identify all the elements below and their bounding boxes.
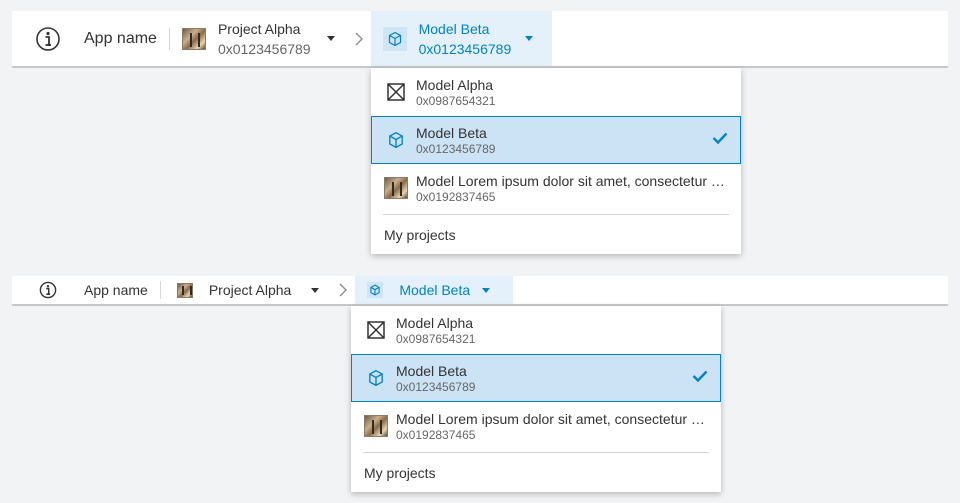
chevron-right-icon bbox=[331, 276, 355, 304]
cube-icon bbox=[367, 282, 384, 298]
model-title: Model Beta bbox=[418, 20, 490, 37]
item-id: 0x0987654321 bbox=[416, 93, 496, 108]
item-title: Model Lorem ipsum dolor sit amet, consec… bbox=[396, 410, 708, 427]
project-title: Project Alpha bbox=[217, 20, 301, 37]
image-placeholder-icon bbox=[364, 318, 388, 342]
cube-icon bbox=[364, 366, 388, 390]
checkmark-icon bbox=[712, 131, 728, 149]
item-id: 0x0123456789 bbox=[416, 141, 496, 156]
model-id: 0x0123456789 bbox=[418, 40, 512, 57]
model-dropdown-menu: Model Alpha 0x0987654321 Model Beta 0x0123… bbox=[371, 68, 741, 254]
item-title: Model Alpha bbox=[416, 76, 494, 93]
project-breadcrumb[interactable]: Project Alpha 0x0123456789 bbox=[170, 11, 347, 66]
project-thumbnail bbox=[176, 282, 193, 298]
thumbnail-image bbox=[384, 176, 408, 200]
info-icon[interactable] bbox=[12, 276, 84, 304]
chevron-down-icon bbox=[326, 36, 335, 41]
app-name: App name bbox=[84, 27, 170, 50]
project-title: Project Alpha bbox=[208, 282, 292, 298]
item-title: Model Beta bbox=[416, 124, 487, 141]
menu-item-model-beta[interactable]: Model Beta 0x0123456789 bbox=[371, 116, 741, 164]
menu-item-model-beta[interactable]: Model Beta 0x0123456789 bbox=[351, 354, 721, 402]
menu-item-model-lorem[interactable]: Model Lorem ipsum dolor sit amet, consec… bbox=[371, 164, 741, 212]
header-bar: App name Project Alpha 0x0123456789 Mode… bbox=[12, 11, 948, 68]
header-bar-compact: App name Project Alpha Model Beta bbox=[12, 276, 948, 306]
chevron-down-icon bbox=[525, 36, 534, 41]
project-breadcrumb[interactable]: Project Alpha bbox=[161, 276, 332, 304]
checkmark-icon bbox=[692, 369, 708, 387]
model-breadcrumb[interactable]: Model Beta bbox=[355, 276, 514, 304]
my-projects-link[interactable]: My projects bbox=[351, 453, 721, 492]
item-id: 0x0192837465 bbox=[416, 189, 496, 204]
info-icon[interactable] bbox=[12, 11, 84, 66]
chevron-down-icon bbox=[482, 287, 491, 293]
menu-item-model-lorem[interactable]: Model Lorem ipsum dolor sit amet, consec… bbox=[351, 402, 721, 450]
item-id: 0x0987654321 bbox=[396, 331, 476, 346]
project-id: 0x0123456789 bbox=[217, 40, 311, 57]
menu-item-model-alpha[interactable]: Model Alpha 0x0987654321 bbox=[371, 68, 741, 116]
cube-icon bbox=[382, 26, 407, 51]
item-id: 0x0192837465 bbox=[396, 427, 476, 442]
cube-icon bbox=[384, 128, 408, 152]
item-title: Model Beta bbox=[396, 362, 467, 379]
app-name: App name bbox=[84, 281, 161, 299]
model-breadcrumb[interactable]: Model Beta 0x0123456789 bbox=[370, 11, 552, 66]
menu-item-model-alpha[interactable]: Model Alpha 0x0987654321 bbox=[351, 306, 721, 354]
chevron-down-icon bbox=[311, 287, 320, 293]
item-id: 0x0123456789 bbox=[396, 379, 476, 394]
model-title: Model Beta bbox=[399, 282, 471, 298]
my-projects-link[interactable]: My projects bbox=[371, 215, 741, 254]
thumbnail-image bbox=[364, 414, 388, 438]
chevron-right-icon bbox=[347, 11, 371, 66]
project-thumbnail bbox=[181, 27, 206, 50]
image-placeholder-icon bbox=[384, 80, 408, 104]
item-title: Model Alpha bbox=[396, 314, 474, 331]
model-dropdown-menu-compact: Model Alpha 0x0987654321 Model Beta 0x0123… bbox=[351, 306, 721, 492]
item-title: Model Lorem ipsum dolor sit amet, consec… bbox=[416, 172, 728, 189]
